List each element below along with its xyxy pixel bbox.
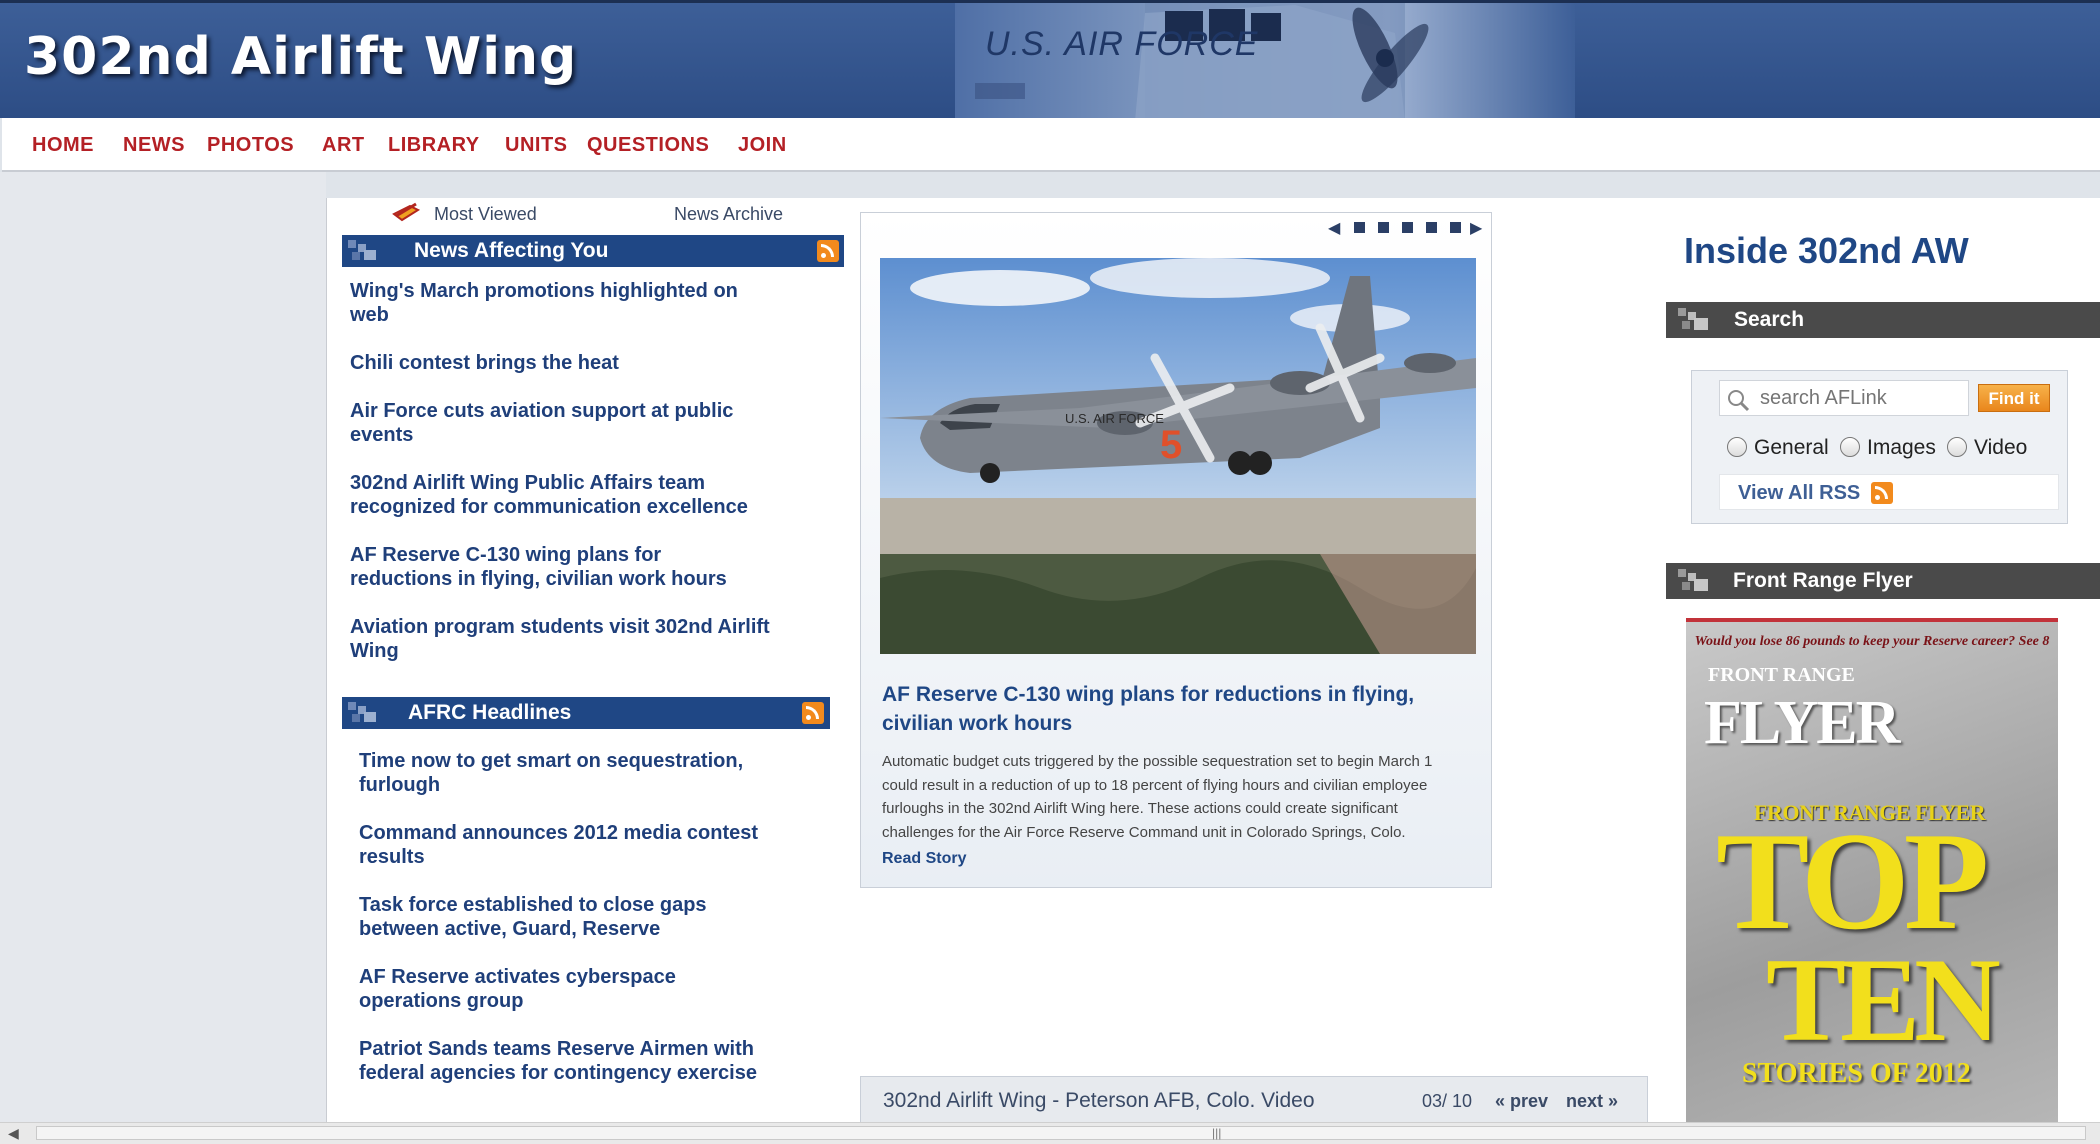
afrc-item[interactable]: Time now to get smart on sequestration, f… [359,749,743,797]
carousel-dot[interactable] [1426,222,1437,233]
nav-library[interactable]: LIBRARY [388,134,480,157]
nav-home[interactable]: HOME [32,134,94,157]
banner-text: U.S. AIR FORCE [985,25,1259,63]
nav-news[interactable]: NEWS [123,134,185,157]
afrc-item[interactable]: AF Reserve activates cyberspace operation… [359,965,676,1013]
tail-number: 5 [1160,423,1182,467]
search-header-title: Search [1734,308,1805,331]
nav-art[interactable]: ART [322,134,365,157]
radio-video[interactable] [1947,437,1967,457]
carousel-dot[interactable] [1450,222,1461,233]
video-title[interactable]: 302nd Airlift Wing - Peterson AFB, Colo.… [883,1089,1315,1113]
featured-story-summary: Automatic budget cuts triggered by the p… [882,753,1433,841]
carousel-dot[interactable] [1354,222,1365,233]
flyer-tagline: Would you lose 86 pounds to keep your Re… [1694,634,2050,649]
flyer-headline-top: TOP [1716,804,1989,959]
video-prev-link[interactable]: « prev [1495,1091,1548,1112]
radio-images[interactable] [1840,437,1860,457]
carousel-dot[interactable] [1402,222,1413,233]
radio-video-label: Video [1974,436,2028,459]
news-affecting-title: News Affecting You [414,239,609,262]
view-all-rss-link[interactable]: View All RSS [1738,482,1860,505]
flyer-brand: FRONT RANGE [1708,664,1855,686]
find-it-button[interactable]: Find it [1978,384,2050,412]
rss-icon[interactable] [802,702,824,724]
front-range-flyer-header: Front Range Flyer [1666,563,2100,599]
carousel-prev-icon[interactable]: ◀ [1328,218,1340,238]
flyer-stories: STORIES OF 2012 [1742,1058,1971,1089]
news-affecting-header: News Affecting You [342,235,844,267]
nav-questions[interactable]: QUESTIONS [587,134,709,157]
afrc-headlines-header: AFRC Headlines [342,697,830,729]
front-range-flyer-cover[interactable]: Would you lose 86 pounds to keep your Re… [1686,618,2058,1122]
radio-general[interactable] [1727,437,1747,457]
rss-icon[interactable] [817,240,839,262]
most-viewed-icon [390,200,424,229]
read-story-link[interactable]: Read Story [882,850,966,868]
site-title[interactable]: 302nd Airlift Wing [24,27,577,87]
news-item[interactable]: AF Reserve C-130 wing plans for reduction… [350,543,727,591]
carousel-dot[interactable] [1378,222,1389,233]
tab-news-archive[interactable]: News Archive [674,204,783,225]
section-grid-icon [348,702,378,724]
news-item[interactable]: Wing's March promotions highlighted on we… [350,279,738,327]
scroll-left-icon[interactable]: ◀ [8,1125,19,1142]
video-bar: 302nd Airlift Wing - Peterson AFB, Colo.… [860,1076,1648,1124]
front-range-flyer-title: Front Range Flyer [1733,569,1913,592]
video-counter: 03/ 10 [1422,1091,1473,1111]
news-item[interactable]: Chili contest brings the heat [350,351,619,375]
search-header: Search [1666,302,2100,338]
sidebar-title: Inside 302nd AW [1684,230,1969,271]
afrc-item[interactable]: Patriot Sands teams Reserve Airmen with f… [359,1037,757,1085]
scroll-grip-icon: ||| [1212,1126,1222,1140]
section-grid-icon [1678,308,1710,332]
horizontal-scrollbar[interactable]: ◀ ||| [0,1122,2100,1144]
nav-photos[interactable]: PHOTOS [207,134,294,157]
afrc-item[interactable]: Task force established to close gaps betw… [359,893,707,941]
main-nav: HOME NEWS PHOTOS ART LIBRARY UNITS QUEST… [2,118,2100,172]
radio-images-label: Images [1867,436,1936,459]
radio-general-label: General [1754,436,1829,459]
rss-icon[interactable] [1871,482,1893,504]
search-input[interactable] [1719,380,1969,416]
site-header: 302nd Airlift Wing U.S. AIR FORCE [0,0,2100,118]
flyer-brand-large: FLYER [1704,689,1900,757]
section-grid-icon [348,240,378,262]
section-grid-icon [1678,569,1710,593]
news-item[interactable]: Air Force cuts aviation support at publi… [350,399,733,447]
afrc-item[interactable]: Command announces 2012 media contest resu… [359,821,758,869]
flyer-headline-ten: TEN [1766,933,2001,1066]
carousel-next-icon[interactable]: ▶ [1470,218,1482,238]
nav-units[interactable]: UNITS [505,134,568,157]
news-item[interactable]: 302nd Airlift Wing Public Affairs team re… [350,471,748,519]
scroll-thumb[interactable] [36,1126,2086,1140]
afrc-headlines-title: AFRC Headlines [408,701,572,724]
featured-story-title[interactable]: AF Reserve C-130 wing plans for reductio… [882,680,1462,738]
tab-most-viewed[interactable]: Most Viewed [434,204,537,225]
aircraft-marking: U.S. AIR FORCE [1065,411,1164,426]
news-item[interactable]: Aviation program students visit 302nd Ai… [350,615,770,663]
left-margin [0,172,326,1122]
video-next-link[interactable]: next » [1566,1091,1618,1112]
nav-join[interactable]: JOIN [738,134,787,157]
search-icon [1726,388,1750,417]
featured-photo[interactable]: U.S. AIR FORCE 5 [880,258,1476,654]
